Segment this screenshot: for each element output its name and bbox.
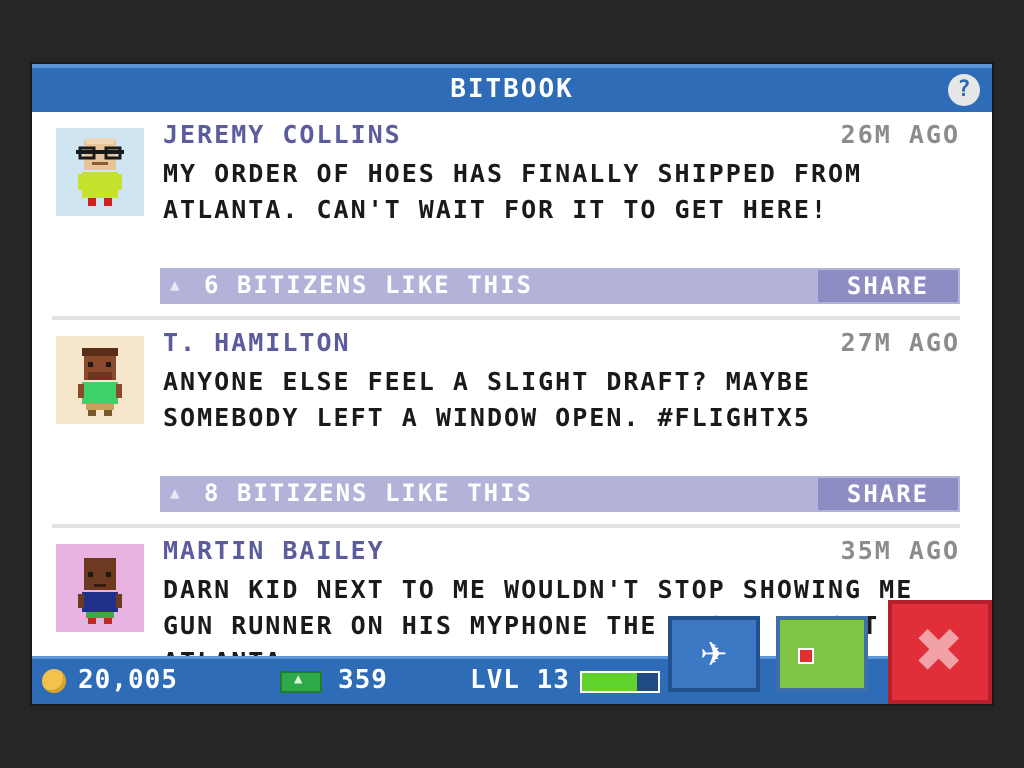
post-time: 27M AGO <box>840 328 960 357</box>
like-icon: ▲ <box>170 275 180 294</box>
post-author: T. HAMILTON <box>163 328 351 357</box>
close-icon[interactable]: ✖ <box>888 600 992 704</box>
like-count: 8 BITIZENS LIKE THIS <box>204 479 533 507</box>
post-time: 26M AGO <box>840 120 960 149</box>
post-author: JEREMY COLLINS <box>163 120 402 149</box>
level-label: LVL 13 <box>470 665 570 695</box>
bux-icon: ▲ <box>280 671 322 693</box>
post-time: 35M AGO <box>840 536 960 565</box>
bitbook-window: BITBOOK ? JEREMY COLLINS 26M AGO MY ORDE… <box>32 64 992 704</box>
post: T. HAMILTON 27M AGO ANYONE ELSE FEEL A S… <box>32 320 992 528</box>
xp-progress-bar <box>580 671 660 693</box>
feed[interactable]: JEREMY COLLINS 26M AGO MY ORDER OF HOES … <box>32 112 992 668</box>
post-message: MY ORDER OF HOES HAS FINALLY SHIPPED FRO… <box>163 159 863 224</box>
airplane-icon[interactable]: ✈ <box>668 616 760 692</box>
window-title: BITBOOK <box>450 74 574 104</box>
map-pin-icon <box>798 648 814 664</box>
like-icon: ▲ <box>170 483 180 502</box>
share-button[interactable]: SHARE <box>818 270 958 302</box>
coin-icon <box>42 669 66 693</box>
xp-progress-fill <box>582 673 637 691</box>
avatar <box>56 544 144 632</box>
bux-count: 359 <box>338 665 388 695</box>
post-author: MARTIN BAILEY <box>163 536 385 565</box>
title-bar: BITBOOK ? <box>32 64 992 112</box>
like-bar: ▲ 8 BITIZENS LIKE THIS SHARE <box>160 476 960 512</box>
post-message: ANYONE ELSE FEEL A SLIGHT DRAFT? MAYBE S… <box>163 367 811 432</box>
share-button[interactable]: SHARE <box>818 478 958 510</box>
post: JEREMY COLLINS 26M AGO MY ORDER OF HOES … <box>32 112 992 320</box>
map-icon[interactable] <box>776 616 868 692</box>
avatar <box>56 128 144 216</box>
avatar <box>56 336 144 424</box>
like-count: 6 BITIZENS LIKE THIS <box>204 271 533 299</box>
coin-count: 20,005 <box>78 665 178 695</box>
like-bar: ▲ 6 BITIZENS LIKE THIS SHARE <box>160 268 960 304</box>
help-icon[interactable]: ? <box>948 74 980 106</box>
